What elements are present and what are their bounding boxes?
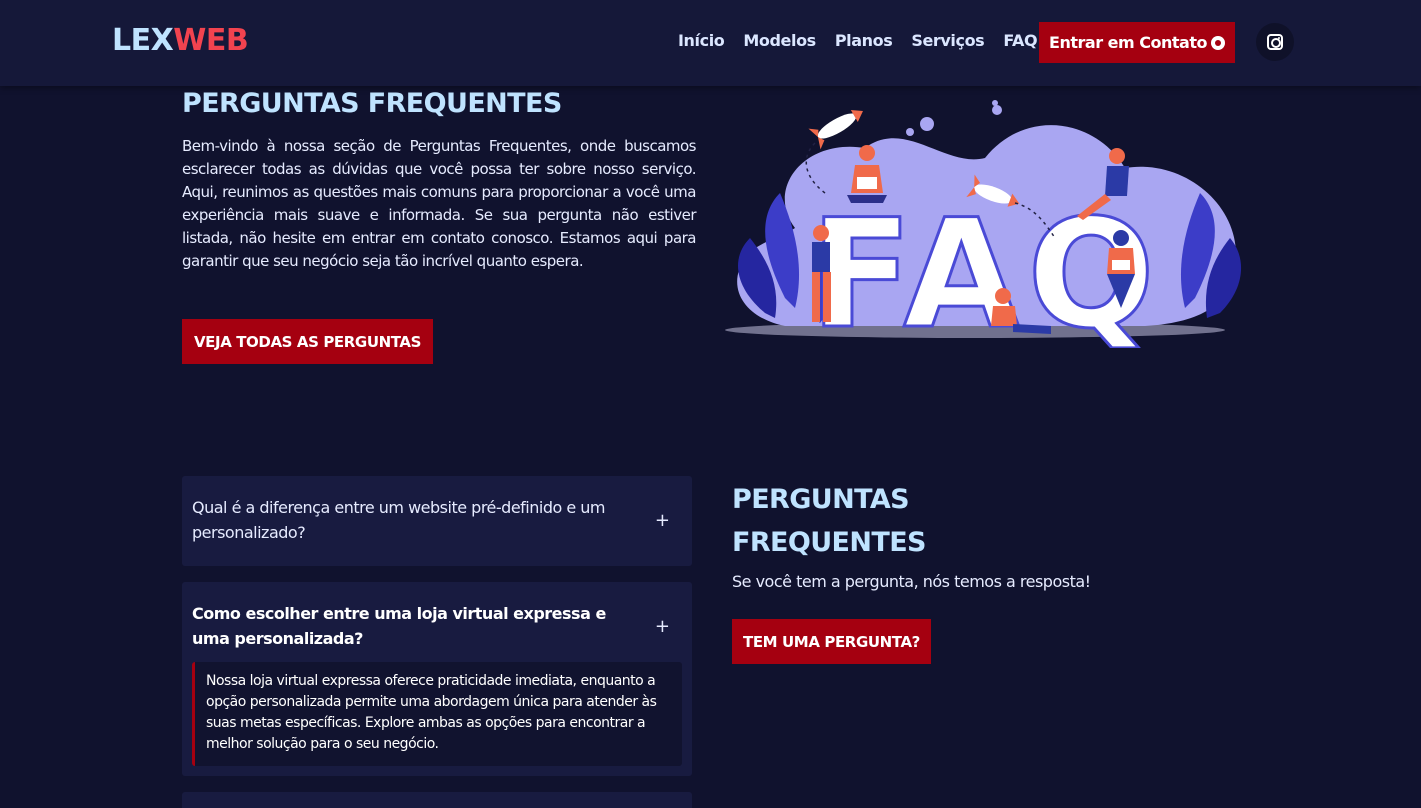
faq-answer-text: Nossa loja virtual expressa oferece prat… <box>206 673 657 752</box>
contact-button-label: Entrar em Contato <box>1049 33 1207 52</box>
contact-button[interactable]: Entrar em Contato <box>1039 22 1235 63</box>
navbar: LEXWEB Início Modelos Planos Serviços FA… <box>0 0 1421 86</box>
faq-illustration: FAQ <box>725 100 1242 348</box>
faq-item-3[interactable] <box>182 792 692 808</box>
nav-link-servicos[interactable]: Serviços <box>911 31 984 50</box>
logo[interactable]: LEXWEB <box>112 23 249 58</box>
rocket-icon-left <box>808 109 863 150</box>
nav-link-inicio[interactable]: Início <box>678 31 725 50</box>
faq-item-2[interactable]: Como escolher entre uma loja virtual exp… <box>182 582 692 776</box>
logo-web: WEB <box>173 23 249 58</box>
view-all-questions-button[interactable]: VEJA TODAS AS PERGUNTAS <box>182 319 433 364</box>
nav-link-planos[interactable]: Planos <box>835 31 893 50</box>
hero-description: Bem-vindo à nossa seção de Perguntas Fre… <box>182 137 697 270</box>
expand-icon[interactable]: + <box>655 512 670 530</box>
ask-question-button[interactable]: TEM UMA PERGUNTA? <box>732 619 931 664</box>
logo-lex: LEX <box>112 23 174 58</box>
instagram-icon <box>1267 34 1283 50</box>
instagram-button[interactable] <box>1256 23 1294 61</box>
faq-side-title: PERGUNTAS FREQUENTES <box>732 484 927 558</box>
faq-question-1[interactable]: Qual é a diferença entre um website pré-… <box>192 495 642 545</box>
whatsapp-icon <box>1210 35 1225 50</box>
nav-link-faq[interactable]: FAQ <box>1003 31 1037 50</box>
faq-side-subtitle: Se você tem a pergunta, nós temos a resp… <box>732 572 1091 591</box>
faq-item-1[interactable]: Qual é a diferença entre um website pré-… <box>182 476 692 566</box>
faq-question-2[interactable]: Como escolher entre uma loja virtual exp… <box>192 601 642 651</box>
faq-answer-2: Nossa loja virtual expressa oferece prat… <box>192 662 682 766</box>
hero-title: PERGUNTAS FREQUENTES <box>182 88 562 119</box>
expand-icon[interactable]: + <box>655 618 670 636</box>
main-nav: Início Modelos Planos Serviços FAQ <box>678 31 1056 50</box>
nav-link-modelos[interactable]: Modelos <box>743 31 816 50</box>
